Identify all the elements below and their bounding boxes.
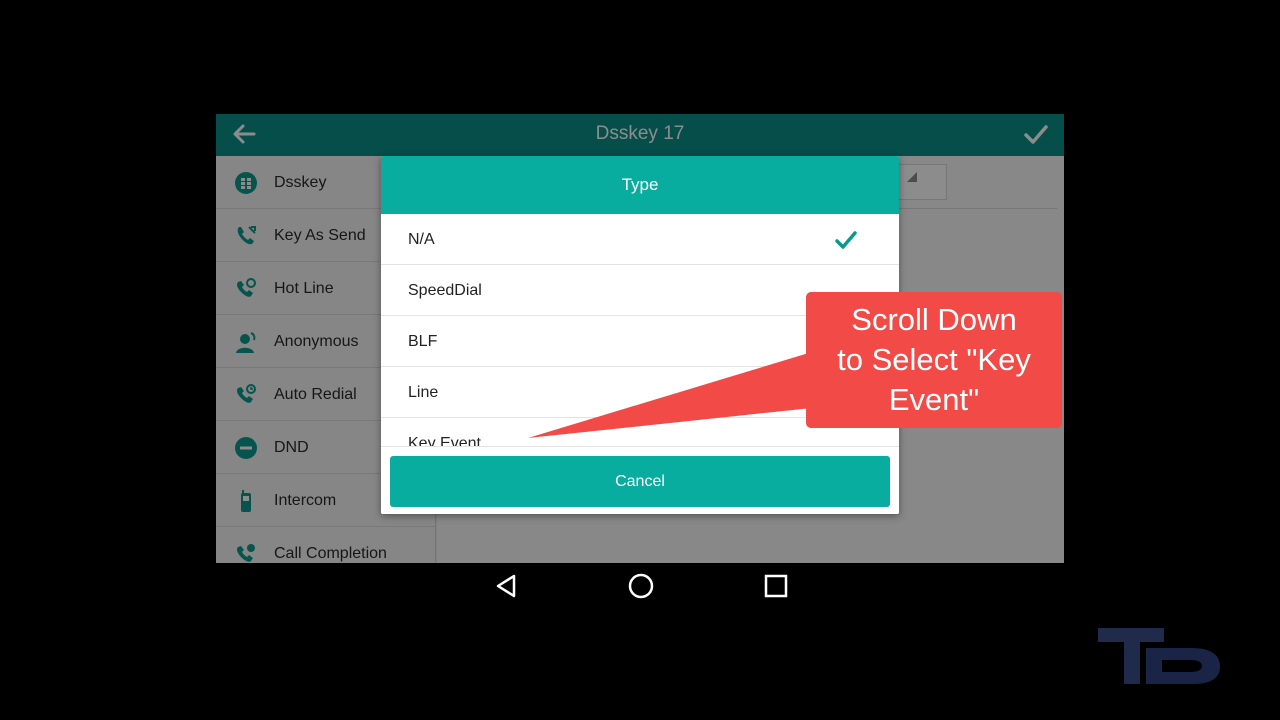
option-line[interactable]: Line — [381, 367, 899, 418]
nav-home-icon[interactable] — [625, 570, 657, 602]
option-blf[interactable]: BLF — [381, 316, 899, 367]
option-label: N/A — [408, 231, 435, 248]
dialog-title: Type — [381, 156, 899, 214]
video-frame: Dsskey 17 Dsskey Key As Send Hot Line An… — [0, 0, 1280, 720]
option-label: BLF — [408, 333, 438, 350]
type-dialog: Type N/A SpeedDial BLF Line Key Event Ca — [381, 156, 899, 514]
option-label: Key Event — [408, 435, 481, 446]
nav-recents-icon[interactable] — [760, 570, 792, 602]
option-na[interactable]: N/A — [381, 214, 899, 265]
watermark-logo — [1098, 628, 1220, 684]
type-options-list[interactable]: N/A SpeedDial BLF Line Key Event — [381, 214, 899, 446]
option-speeddial[interactable]: SpeedDial — [381, 265, 899, 316]
check-icon — [835, 231, 857, 249]
dialog-footer: Cancel — [381, 446, 899, 514]
option-label: Line — [408, 384, 439, 401]
option-label: SpeedDial — [408, 282, 482, 299]
option-key-event[interactable]: Key Event — [381, 418, 899, 446]
cancel-button[interactable]: Cancel — [390, 456, 890, 507]
nav-back-icon[interactable] — [490, 570, 522, 602]
